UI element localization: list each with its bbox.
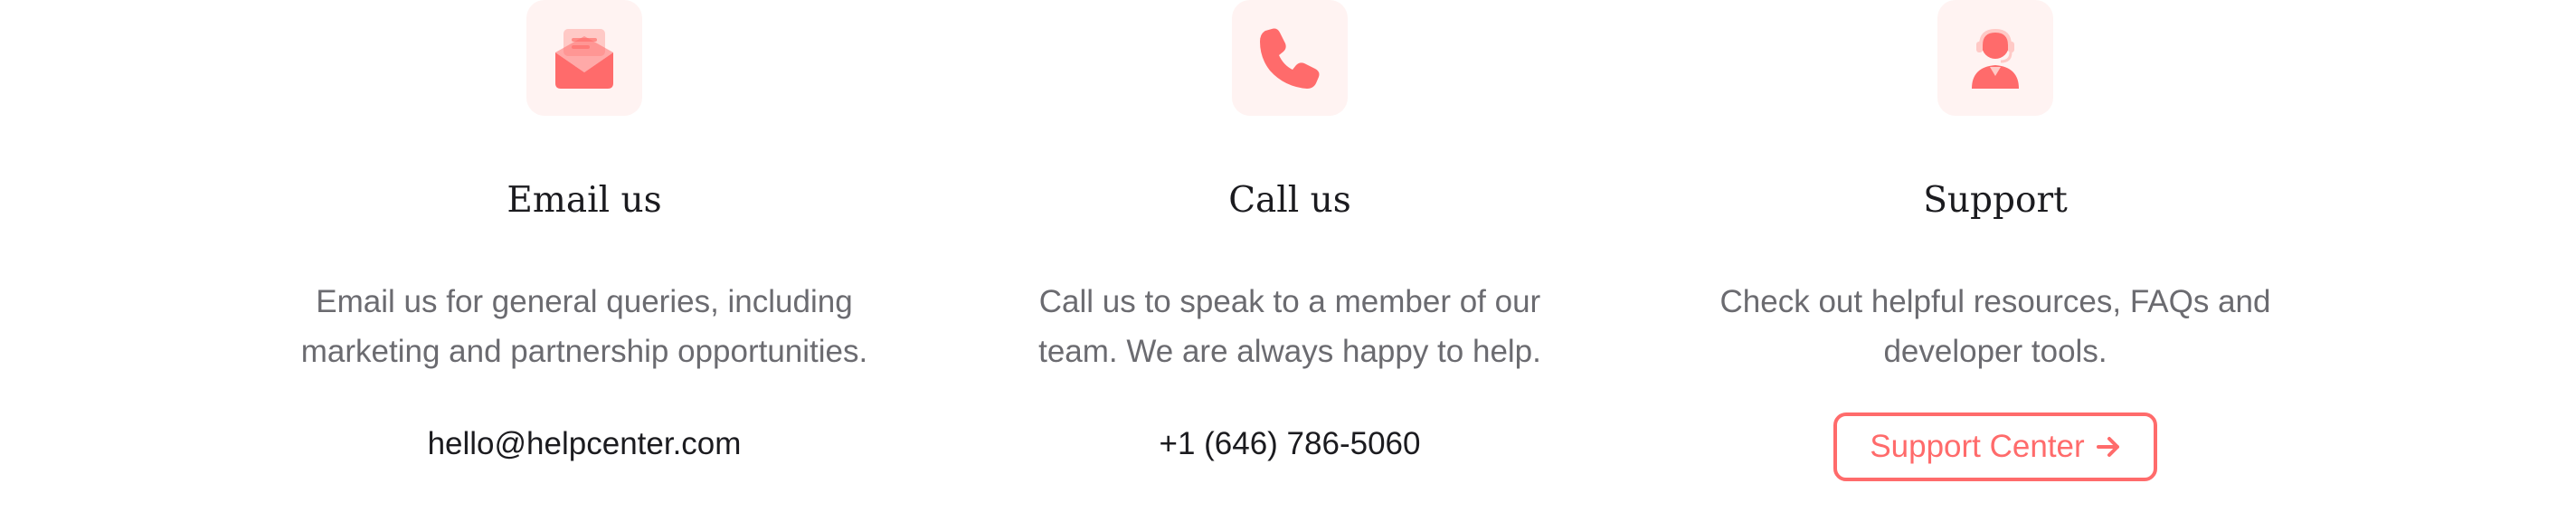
call-column: Call us Call us to speak to a member of …	[946, 0, 1634, 512]
support-description-line-2: developer tools.	[1883, 334, 2107, 369]
call-description: Call us to speak to a member of our team…	[946, 277, 1634, 376]
email-description: Email us for general queries, including …	[241, 277, 928, 376]
support-center-button-label: Support Center	[1870, 429, 2085, 464]
contact-options-section: Email us Email us for general queries, i…	[0, 0, 2576, 512]
support-icon-tile	[1937, 0, 2053, 116]
email-address-link[interactable]: hello@helpcenter.com	[428, 422, 742, 467]
email-column: Email us Email us for general queries, i…	[241, 0, 928, 512]
phone-icon	[1257, 25, 1322, 90]
envelope-open-icon	[552, 25, 617, 90]
call-title: Call us	[1228, 180, 1351, 221]
phone-icon-tile	[1232, 0, 1348, 116]
email-icon-tile	[526, 0, 642, 116]
email-title: Email us	[507, 180, 662, 221]
call-description-line-2: team. We are always happy to help.	[1038, 334, 1541, 369]
arrow-right-icon	[2096, 434, 2121, 460]
phone-number-link[interactable]: +1 (646) 786-5060	[1160, 422, 1421, 467]
support-title: Support	[1923, 180, 2068, 221]
email-description-line-1: Email us for general queries, including	[316, 284, 853, 319]
call-description-line-1: Call us to speak to a member of our	[1038, 284, 1541, 319]
support-center-button[interactable]: Support Center	[1833, 412, 2157, 481]
email-description-line-2: marketing and partnership opportunities.	[300, 334, 868, 369]
support-description: Check out helpful resources, FAQs and de…	[1652, 277, 2339, 376]
support-description-line-1: Check out helpful resources, FAQs and	[1719, 284, 2271, 319]
support-column: Support Check out helpful resources, FAQ…	[1652, 0, 2339, 512]
support-agent-icon	[1963, 25, 2028, 90]
